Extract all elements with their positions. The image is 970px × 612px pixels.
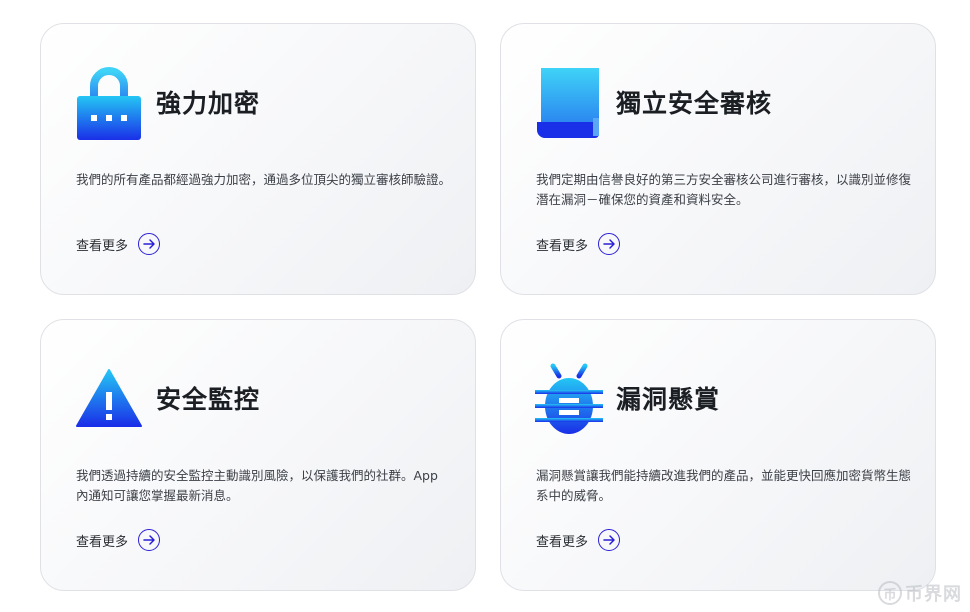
card-description: 漏洞懸賞讓我們能持續改進我們的產品，並能更快回應加密貨幣生態系中的威脅。 bbox=[536, 468, 912, 503]
learn-more-label: 查看更多 bbox=[536, 534, 589, 550]
warning-icon bbox=[75, 358, 143, 438]
arrow-right-icon[interactable] bbox=[598, 233, 621, 255]
watermark-text: 币界网 bbox=[905, 584, 962, 605]
learn-more-link[interactable]: 查看更多 bbox=[536, 233, 621, 255]
feature-card-bug-bounty: 漏洞懸賞 漏洞懸賞讓我們能持續改進我們的產品，並能更快回應加密貨幣生態系中的威脅… bbox=[500, 319, 936, 591]
bug-icon bbox=[535, 358, 603, 438]
feature-card-monitoring: 安全監控 我們透過持續的安全監控主動識別風險，以保護我們的社群。App 內通知可… bbox=[40, 319, 476, 591]
card-title: 強力加密 bbox=[156, 89, 261, 118]
learn-more-link[interactable]: 查看更多 bbox=[76, 233, 161, 255]
arrow-right-icon[interactable] bbox=[598, 529, 621, 551]
learn-more-label: 查看更多 bbox=[76, 534, 129, 550]
watermark-logo: 币 币界网 bbox=[878, 580, 962, 606]
watermark-glyph: 币 bbox=[878, 581, 902, 605]
lock-icon bbox=[75, 62, 143, 142]
learn-more-link[interactable]: 查看更多 bbox=[536, 529, 621, 551]
learn-more-label: 查看更多 bbox=[536, 238, 589, 254]
card-title: 獨立安全審核 bbox=[616, 89, 773, 118]
arrow-right-icon[interactable] bbox=[138, 233, 161, 255]
learn-more-link[interactable]: 查看更多 bbox=[76, 529, 161, 551]
learn-more-label: 查看更多 bbox=[76, 238, 129, 254]
arrow-right-icon[interactable] bbox=[138, 529, 161, 551]
card-description: 我們透過持續的安全監控主動識別風險，以保護我們的社群。App 內通知可讓您掌握最… bbox=[76, 468, 438, 503]
card-title: 安全監控 bbox=[156, 385, 261, 414]
feature-card-audit: 獨立安全審核 我們定期由信譽良好的第三方安全審核公司進行審核，以識別並修復潛在漏… bbox=[500, 23, 936, 295]
card-title: 漏洞懸賞 bbox=[616, 385, 721, 414]
feature-card-encryption: 強力加密 我們的所有產品都經過強力加密，通過多位頂尖的獨立審核師驗證。 查看更多 bbox=[40, 23, 476, 295]
audit-scroll-icon bbox=[535, 62, 603, 142]
card-description: 我們定期由信譽良好的第三方安全審核公司進行審核，以識別並修復潛在漏洞－確保您的資… bbox=[536, 172, 912, 207]
card-description: 我們的所有產品都經過強力加密，通過多位頂尖的獨立審核師驗證。 bbox=[76, 172, 452, 187]
